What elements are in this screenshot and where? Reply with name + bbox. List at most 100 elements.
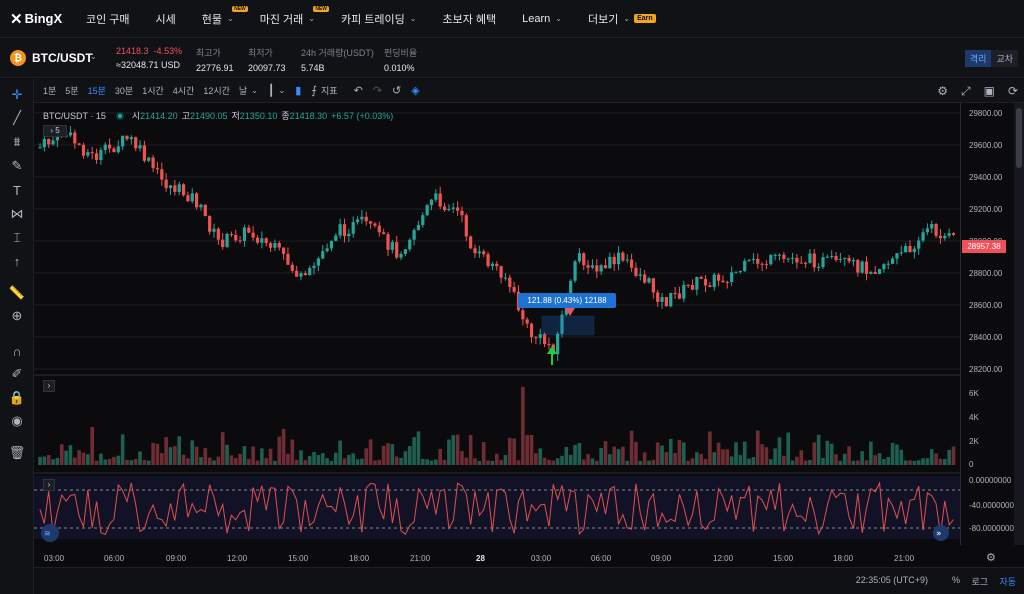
visibility-icon[interactable]: ◈ (411, 84, 419, 97)
candle-body (68, 132, 73, 136)
nav-item-learn[interactable]: Learn ⌄ (522, 0, 562, 38)
timeframe-1m[interactable]: 1분 (43, 84, 56, 97)
eye-icon[interactable]: ◉ (9, 413, 25, 429)
candle-body (425, 205, 429, 216)
candle-body (229, 233, 233, 235)
indicator-icon[interactable]: ⨍ (311, 84, 317, 97)
volume-bar (547, 459, 551, 465)
collapse-indicators-button[interactable]: › 5 (43, 125, 67, 137)
candle-body (599, 265, 603, 272)
pair-selector[interactable]: BTC/USDT (32, 51, 93, 65)
log-scale-button[interactable]: 로그 (971, 575, 988, 588)
fullscreen-icon[interactable]: ⤢ (961, 84, 971, 99)
bingx-logo[interactable]: ✕ BingX (0, 10, 78, 28)
volume-bar (373, 460, 377, 465)
nav-item-margin[interactable]: 마진 거래 ⌄ NEW (260, 0, 329, 38)
time-axis[interactable]: 03:00 06:00 09:00 12:00 15:00 18:00 21:0… (34, 549, 960, 567)
volume-bar (886, 456, 891, 465)
candle-body (221, 239, 225, 247)
settings-gear-icon[interactable]: ⚙ (937, 84, 948, 99)
utc-clock[interactable]: 22:35:05 (UTC+9) (856, 575, 928, 585)
nav-item-beginner[interactable]: 초보자 혜택 (442, 0, 496, 38)
close-value: 21418.30 (289, 110, 328, 121)
pencil-lock-icon[interactable]: ✐ (9, 366, 25, 382)
crosshair-icon[interactable]: ✛ (9, 87, 25, 103)
candles-icon[interactable]: ▮ (295, 84, 301, 97)
chevron-down-icon[interactable]: ⌄ (279, 86, 286, 95)
nav-item-copy-trading[interactable]: 카피 트레이딩 ⌄ (341, 0, 416, 38)
nav-item-buy-crypto[interactable]: 코인 구매 (86, 0, 130, 38)
timeframe-30m[interactable]: 30분 (115, 84, 133, 97)
candle-body (399, 253, 403, 258)
candle-body (712, 274, 716, 288)
volume-bar (951, 446, 956, 465)
volume-bar (425, 459, 429, 465)
magnet-icon[interactable]: ∩ (9, 343, 25, 359)
volume-bar (677, 440, 682, 465)
time-axis-settings-icon[interactable]: ⚙ (986, 551, 996, 564)
nav-item-more[interactable]: 더보기 ⌄ Earn (588, 0, 656, 38)
timeframe-1h[interactable]: 1시간 (142, 84, 164, 97)
candle-body (804, 262, 808, 264)
isolated-option[interactable]: 격리 (964, 50, 992, 67)
volume-bar (560, 455, 564, 465)
nav-label: Learn (522, 12, 551, 25)
chart-scrollbar[interactable] (1014, 103, 1024, 545)
chevron-down-icon[interactable]: ⌄ (251, 86, 258, 95)
volume-bar (903, 460, 908, 465)
candle-body (534, 337, 538, 339)
auto-scale-button[interactable]: 자동 (999, 575, 1016, 588)
percent-scale-button[interactable]: % (952, 575, 960, 585)
timeframe-4h[interactable]: 4시간 (173, 84, 195, 97)
lock-icon[interactable]: 🔒 (9, 390, 25, 406)
trash-icon[interactable]: 🗑 (9, 445, 26, 461)
candle-body (625, 259, 629, 261)
volume-bar (829, 443, 834, 465)
camera-icon[interactable]: ▣ (984, 84, 995, 99)
cross-option[interactable]: 교차 (991, 50, 1018, 67)
volume-bar (516, 460, 521, 465)
undo-icon[interactable]: ↶ (354, 84, 363, 97)
redo-icon[interactable]: ↷ (373, 84, 382, 97)
refresh-icon[interactable]: ⟳ (1008, 84, 1018, 99)
brush-icon[interactable]: ✎ (9, 158, 25, 174)
scroll-thumb[interactable] (1016, 108, 1022, 168)
volume-bar (438, 448, 442, 465)
arrow-up-icon[interactable]: ↑ (9, 253, 25, 269)
timeframe-5m[interactable]: 5분 (65, 84, 78, 97)
timeframe-day[interactable]: 날 (239, 84, 247, 97)
volume-bar (303, 460, 308, 465)
volume-expand-button[interactable]: › (43, 380, 55, 392)
zoom-icon[interactable]: ⊕ (9, 308, 25, 324)
volume-bar (799, 450, 804, 465)
text-icon[interactable]: T (9, 182, 25, 198)
price-chart[interactable]: ≋ » (34, 103, 960, 545)
volume-bar (864, 460, 869, 465)
ruler-icon[interactable]: 📏 (9, 285, 25, 301)
nav-item-spot[interactable]: 현물 ⌄ NEW (202, 0, 248, 38)
trendline-icon[interactable]: ╱ (9, 110, 25, 126)
timeframe-12h[interactable]: 12시간 (203, 84, 230, 97)
fib-icon[interactable]: ⩩ (9, 134, 25, 150)
price-tick: 28600.00 (969, 301, 1003, 310)
volume-bar (856, 460, 860, 465)
volume-bar (734, 442, 738, 465)
volume-bar (160, 453, 164, 465)
timeframe-15m[interactable]: 15분 (88, 84, 106, 97)
chevron-down-icon[interactable]: ⌄ (90, 52, 97, 61)
reset-icon[interactable]: ↺ (392, 84, 401, 97)
candle-type-icon[interactable]: ┃ (268, 84, 275, 97)
volume-bar (364, 448, 369, 465)
candle-body (938, 235, 943, 239)
measure-tool-icon[interactable]: ⌶ (9, 230, 25, 246)
measure-box[interactable] (541, 315, 595, 336)
osc-expand-button[interactable]: › (43, 479, 55, 491)
volume-bar (451, 435, 456, 465)
candle-body (38, 147, 42, 149)
indicator-button[interactable]: 지표 (321, 84, 338, 97)
candle-body (116, 146, 120, 153)
candle-body (151, 157, 155, 169)
price-axis[interactable]: 29800.00 29600.00 29400.00 29200.00 2900… (960, 103, 1018, 545)
pattern-icon[interactable]: ⋈ (9, 206, 25, 222)
nav-item-markets[interactable]: 시세 (156, 0, 176, 38)
